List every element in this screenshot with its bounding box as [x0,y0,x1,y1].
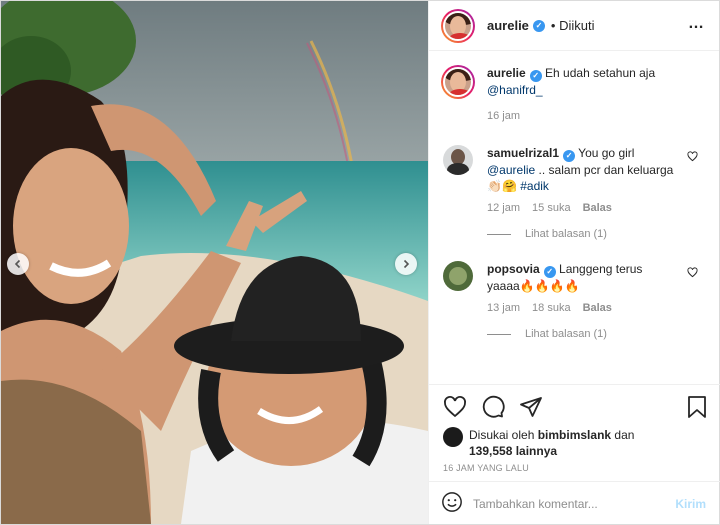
view-replies-label: Lihat balasan (1) [525,228,607,240]
liker-avatar[interactable] [443,427,463,447]
caption-age[interactable]: 16 jam [487,110,520,122]
verified-badge-icon: ✓ [529,70,542,82]
save-button[interactable] [686,395,708,422]
comment-composer: Kirim [429,481,720,525]
likes-count[interactable]: 139,558 lainnya [469,444,557,458]
verified-badge-icon: ✓ [532,19,545,32]
next-photo-button[interactable] [395,253,417,275]
post-dialog: aurelie ✓ • Diikuti … aurelie ✓ Eh udah s… [0,0,720,525]
chevron-left-icon [14,259,21,269]
caption-mention-link[interactable]: @hanifrd_ [487,83,543,97]
likes-summary: Disukai oleh bimbimslank dan 139,558 lai… [443,427,669,459]
comment-button[interactable] [481,395,505,422]
comment-likes[interactable]: 18 suka [532,302,571,314]
comment-likes[interactable]: 15 suka [532,202,571,214]
comment-item: samuelrizal1 ✓ You go girl @aurelie .. sa… [429,145,720,269]
view-replies-button[interactable]: Lihat balasan (1) [487,328,720,340]
view-replies-button[interactable]: Lihat balasan (1) [487,228,720,240]
view-replies-label: Lihat balasan (1) [525,328,607,340]
comment-hashtag-link[interactable]: #adik [520,179,549,193]
commenter-username[interactable]: popsovia [487,262,540,276]
emoji-button[interactable] [441,491,463,516]
more-options-icon[interactable]: … [688,15,705,33]
divider-line [487,233,511,235]
share-button[interactable] [519,395,543,422]
likes-prefix: Disukai oleh [469,428,535,442]
like-comment-heart-icon[interactable] [687,151,698,162]
author-avatar[interactable] [441,8,475,43]
verified-badge-icon: ✓ [563,150,576,162]
comment-age[interactable]: 13 jam [487,302,520,314]
chevron-right-icon [403,259,410,269]
caption-avatar[interactable] [441,65,475,99]
reply-button[interactable]: Balas [583,202,612,214]
post-actions: Disukai oleh bimbimslank dan 139,558 lai… [429,384,720,524]
comment-text: You go girl [578,146,635,160]
commenter-avatar[interactable] [443,261,473,291]
author-username[interactable]: aurelie [487,18,529,33]
reply-button[interactable]: Balas [583,302,612,314]
bookmark-icon [688,396,706,418]
caption-username[interactable]: aurelie [487,66,526,80]
comment-list: aurelie ✓ Eh udah setahun aja @hanifrd_ 1… [429,65,720,357]
post-timestamp[interactable]: 16 JAM YANG LALU [443,463,529,473]
liker-username[interactable]: bimbimslank [538,428,611,442]
likes-connector: dan [614,428,635,442]
smiley-icon [442,492,462,512]
follow-status[interactable]: • Diikuti [551,18,595,33]
photo-scene [1,1,428,524]
comment-input[interactable] [473,496,653,511]
comment-item: popsovia ✓ Langgeng terus yaaaa🔥🔥🔥🔥 13 ja… [429,261,720,357]
caption-text: Eh udah setahun aja [545,66,656,80]
commenter-username[interactable]: samuelrizal1 [487,146,559,160]
post-photo[interactable] [1,1,428,524]
comment-bubble-icon [482,395,505,418]
comment-age[interactable]: 12 jam [487,202,520,214]
post-side-panel: aurelie ✓ • Diikuti … aurelie ✓ Eh udah s… [428,1,720,524]
like-comment-heart-icon[interactable] [687,267,698,278]
like-button[interactable] [443,395,467,422]
paper-plane-icon [520,397,542,417]
commenter-avatar[interactable] [443,145,473,175]
previous-photo-button[interactable] [7,253,29,275]
heart-icon [444,396,466,418]
verified-badge-icon: ✓ [543,266,556,278]
send-comment-button[interactable]: Kirim [675,497,706,511]
caption: aurelie ✓ Eh udah setahun aja @hanifrd_ 1… [429,65,720,145]
post-header: aurelie ✓ • Diikuti … [429,1,719,51]
divider-line [487,333,511,335]
comment-mention-link[interactable]: @aurelie [487,163,535,177]
